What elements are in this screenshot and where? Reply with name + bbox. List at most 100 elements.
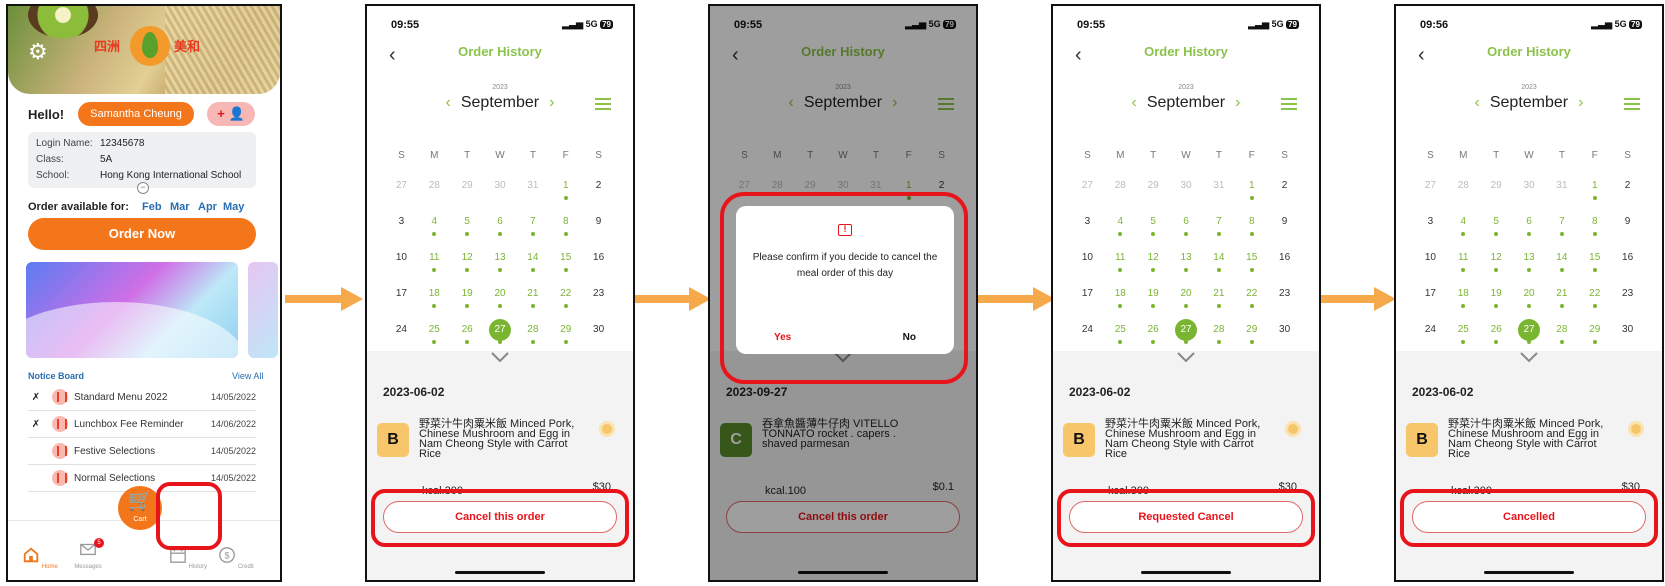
cancel-order-button[interactable]: Cancel this order: [383, 501, 617, 533]
calendar-day[interactable]: 7: [1202, 216, 1235, 236]
calendar-day[interactable]: 30: [582, 324, 615, 344]
calendar-day[interactable]: 17: [385, 288, 418, 308]
calendar-day[interactable]: 26: [1480, 324, 1513, 344]
prev-month-icon[interactable]: ‹: [1475, 94, 1480, 111]
prev-month-icon[interactable]: ‹: [446, 94, 451, 111]
view-all-link[interactable]: View All: [232, 371, 263, 381]
calendar-day[interactable]: 1: [1578, 180, 1611, 200]
cancel-order-button[interactable]: Cancelled: [1412, 501, 1646, 533]
nav-credit[interactable]: $ Credit: [216, 546, 256, 570]
calendar-day[interactable]: 10: [1414, 252, 1447, 272]
calendar-day-selected[interactable]: 27: [484, 319, 517, 344]
calendar-day[interactable]: 21: [1545, 288, 1578, 308]
calendar-day[interactable]: 11: [418, 252, 451, 272]
calendar-day[interactable]: 29: [1480, 180, 1513, 200]
calendar-day[interactable]: 28: [1447, 180, 1480, 200]
promo-banner-next[interactable]: [248, 262, 278, 358]
calendar-day[interactable]: 20: [484, 288, 517, 308]
calendar-day[interactable]: 22: [1235, 288, 1268, 308]
calendar-day[interactable]: 16: [1611, 252, 1644, 272]
month-link-apr[interactable]: Apr: [198, 201, 217, 213]
calendar-day[interactable]: 6: [484, 216, 517, 236]
calendar-day[interactable]: 12: [451, 252, 484, 272]
calendar-day[interactable]: 3: [1071, 216, 1104, 236]
calendar-day[interactable]: 13: [484, 252, 517, 272]
cart-button[interactable]: 🛒 Cart: [118, 486, 162, 530]
gear-icon[interactable]: ⚙: [28, 40, 52, 64]
promo-banner[interactable]: [26, 262, 238, 358]
calendar-day[interactable]: 30: [1513, 180, 1546, 200]
calendar-day[interactable]: 4: [1104, 216, 1137, 236]
calendar-day[interactable]: 27: [1414, 180, 1447, 200]
calendar-day[interactable]: 24: [1071, 324, 1104, 344]
calendar-day[interactable]: 4: [1447, 216, 1480, 236]
calendar-day[interactable]: 14: [516, 252, 549, 272]
next-month-icon[interactable]: ›: [1578, 94, 1583, 111]
calendar-day[interactable]: 7: [516, 216, 549, 236]
list-view-icon[interactable]: [1624, 98, 1640, 112]
calendar-day[interactable]: 22: [549, 288, 582, 308]
calendar-day[interactable]: 29: [549, 324, 582, 344]
calendar-day[interactable]: 10: [1071, 252, 1104, 272]
calendar-day[interactable]: 8: [1578, 216, 1611, 236]
calendar-day[interactable]: 6: [1513, 216, 1546, 236]
chevron-down-icon[interactable]: [1176, 351, 1196, 365]
calendar-day[interactable]: 19: [1137, 288, 1170, 308]
calendar-day[interactable]: 29: [451, 180, 484, 200]
calendar-day[interactable]: 14: [1202, 252, 1235, 272]
collapse-icon[interactable]: −: [137, 182, 149, 194]
calendar-day[interactable]: 17: [1071, 288, 1104, 308]
calendar-day[interactable]: 14: [1545, 252, 1578, 272]
calendar-day[interactable]: 26: [451, 324, 484, 344]
calendar-day[interactable]: 9: [1611, 216, 1644, 236]
month-link-mar[interactable]: Mar: [170, 201, 190, 213]
list-item[interactable]: ✗ Lunchbox Fee Reminder 14/06/2022: [28, 411, 256, 438]
calendar-day[interactable]: 12: [1137, 252, 1170, 272]
calendar-day[interactable]: 12: [1480, 252, 1513, 272]
calendar-day[interactable]: 30: [484, 180, 517, 200]
calendar-day[interactable]: 15: [549, 252, 582, 272]
calendar-day[interactable]: 6: [1170, 216, 1203, 236]
calendar-day[interactable]: 3: [1414, 216, 1447, 236]
calendar-day[interactable]: 5: [1480, 216, 1513, 236]
calendar-day[interactable]: 31: [1202, 180, 1235, 200]
calendar-day[interactable]: 5: [1137, 216, 1170, 236]
calendar-day[interactable]: 28: [1202, 324, 1235, 344]
calendar-day[interactable]: 25: [1447, 324, 1480, 344]
calendar-day[interactable]: 29: [1137, 180, 1170, 200]
calendar-day[interactable]: 20: [1513, 288, 1546, 308]
calendar-day[interactable]: 27: [385, 180, 418, 200]
calendar-day[interactable]: 21: [516, 288, 549, 308]
cancel-order-button[interactable]: Requested Cancel: [1069, 501, 1303, 533]
list-item[interactable]: ✗ Standard Menu 2022 14/05/2022: [28, 384, 256, 411]
nav-home[interactable]: Home: [20, 546, 60, 570]
calendar-day[interactable]: 19: [1480, 288, 1513, 308]
calendar-day[interactable]: 2: [1268, 180, 1301, 200]
yes-button[interactable]: Yes: [774, 332, 791, 343]
calendar-day-selected[interactable]: 27: [1513, 319, 1546, 344]
calendar-day[interactable]: 27: [1071, 180, 1104, 200]
calendar-day[interactable]: 4: [418, 216, 451, 236]
list-item[interactable]: Festive Selections 14/05/2022: [28, 438, 256, 465]
calendar-day[interactable]: 30: [1170, 180, 1203, 200]
next-month-icon[interactable]: ›: [1235, 94, 1240, 111]
calendar-day[interactable]: 8: [1235, 216, 1268, 236]
calendar-day[interactable]: 10: [385, 252, 418, 272]
list-view-icon[interactable]: [595, 98, 611, 112]
calendar-day[interactable]: 11: [1104, 252, 1137, 272]
calendar-day[interactable]: 24: [385, 324, 418, 344]
calendar-day[interactable]: 29: [1235, 324, 1268, 344]
calendar-day[interactable]: 23: [1611, 288, 1644, 308]
calendar-day[interactable]: 28: [418, 180, 451, 200]
month-link-feb[interactable]: Feb: [142, 201, 162, 213]
calendar-day[interactable]: 17: [1414, 288, 1447, 308]
calendar-day[interactable]: 13: [1513, 252, 1546, 272]
calendar-day[interactable]: 18: [418, 288, 451, 308]
calendar-day[interactable]: 20: [1170, 288, 1203, 308]
calendar-day[interactable]: 23: [1268, 288, 1301, 308]
month-link-may[interactable]: May: [223, 201, 244, 213]
calendar-day[interactable]: 16: [582, 252, 615, 272]
calendar-day[interactable]: 31: [1545, 180, 1578, 200]
order-now-button[interactable]: Order Now: [28, 218, 256, 250]
calendar-day[interactable]: 25: [418, 324, 451, 344]
